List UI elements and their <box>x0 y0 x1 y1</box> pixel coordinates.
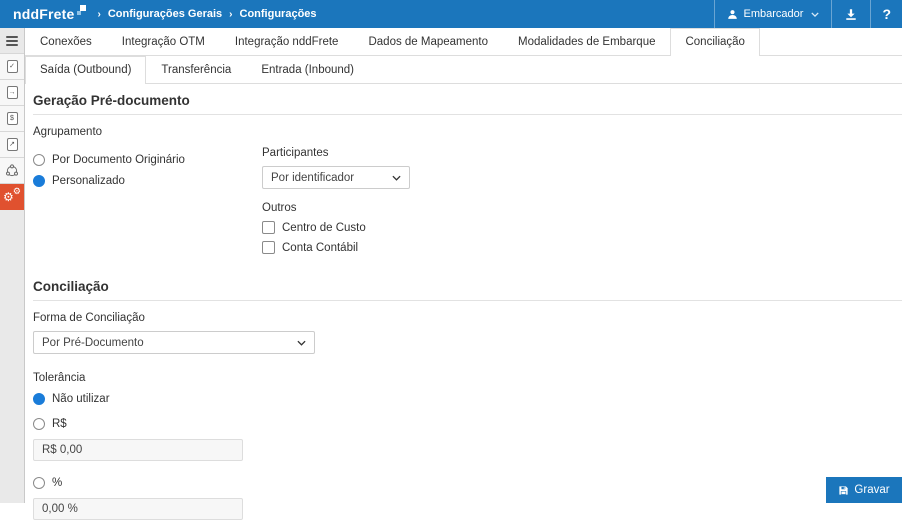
main-area: Conexões Integração OTM Integração nddFr… <box>25 28 902 503</box>
breadcrumb-configuracoes[interactable]: Configurações <box>240 8 317 20</box>
user-menu-label: Embarcador <box>744 8 804 20</box>
breadcrumb-separator: › <box>229 9 232 20</box>
radio-label: Por Documento Originário <box>52 154 185 166</box>
sidebar-item-settings[interactable]: ⚙⚙ <box>0 184 24 210</box>
checkbox-conta-contabil[interactable]: Conta Contábil <box>262 241 902 254</box>
tolerancia-label: Tolerância <box>33 372 902 384</box>
tolerancia-percent-input[interactable] <box>33 498 243 520</box>
checkbox-icon <box>262 241 275 254</box>
breadcrumb: › Configurações Gerais › Configurações <box>98 8 317 20</box>
breadcrumb-configuracoes-gerais[interactable]: Configurações Gerais <box>108 8 222 20</box>
checkbox-label: Centro de Custo <box>282 222 366 234</box>
icon-sidebar: ✓ → $ ↗ ⚙⚙ <box>0 28 25 503</box>
sidebar-item-documents-check[interactable]: ✓ <box>0 54 24 80</box>
tolerancia-rs-input[interactable] <box>33 439 243 461</box>
checkbox-label: Conta Contábil <box>282 242 358 254</box>
radio-label: Não utilizar <box>52 393 110 405</box>
logo-squares-icon <box>77 5 86 15</box>
section-title-conciliacao: Conciliação <box>33 277 902 300</box>
radio-label: R$ <box>52 418 67 430</box>
document-dollar-icon: $ <box>7 112 18 125</box>
radio-circle-icon <box>33 393 45 405</box>
tab-integracao-nddfrete[interactable]: Integração nddFrete <box>220 28 354 55</box>
top-header: nddFrete › Configurações Gerais › Config… <box>0 0 902 28</box>
radio-tolerancia-percent[interactable]: % <box>33 477 902 489</box>
breadcrumb-separator: › <box>98 9 101 20</box>
sidebar-item-reports[interactable]: ↗ <box>0 132 24 158</box>
app-logo[interactable]: nddFrete <box>0 1 90 27</box>
tab-dados-de-mapeamento[interactable]: Dados de Mapeamento <box>353 28 503 55</box>
secondary-tab-bar: Saída (Outbound) Transferência Entrada (… <box>25 56 902 84</box>
radio-label: % <box>52 477 62 489</box>
subtab-saida-outbound[interactable]: Saída (Outbound) <box>25 56 146 84</box>
radio-personalizado[interactable]: Personalizado <box>33 175 262 187</box>
section-title-geracao-pre-documento: Geração Pré-documento <box>33 91 902 114</box>
sidebar-item-billing[interactable]: $ <box>0 106 24 132</box>
save-button-label: Gravar <box>854 484 889 496</box>
sidebar-item-documents-outbound[interactable]: → <box>0 80 24 106</box>
forma-de-conciliacao-select[interactable]: Por Pré-Documento <box>33 331 315 354</box>
help-icon: ? <box>882 6 891 22</box>
checkbox-centro-de-custo[interactable]: Centro de Custo <box>262 221 902 234</box>
radio-circle-icon <box>33 175 45 187</box>
user-menu[interactable]: Embarcador <box>714 0 832 28</box>
share-network-icon <box>5 164 19 178</box>
radio-nao-utilizar[interactable]: Não utilizar <box>33 393 902 405</box>
radio-por-documento-originario[interactable]: Por Documento Originário <box>33 154 262 166</box>
chevron-down-icon <box>392 175 401 181</box>
chevron-down-icon <box>811 12 819 17</box>
agrupamento-label: Agrupamento <box>33 126 902 138</box>
radio-tolerancia-rs[interactable]: R$ <box>33 418 902 430</box>
app-logo-text: nddFrete <box>13 1 75 27</box>
tab-conciliacao[interactable]: Conciliação <box>670 28 759 56</box>
forma-de-conciliacao-label: Forma de Conciliação <box>33 312 902 324</box>
outros-label: Outros <box>262 202 902 214</box>
sidebar-item-integrations[interactable] <box>0 158 24 184</box>
checkbox-icon <box>262 221 275 234</box>
document-report-icon: ↗ <box>7 138 18 151</box>
participantes-label: Participantes <box>262 147 902 159</box>
menu-icon <box>6 36 18 46</box>
sidebar-menu-toggle[interactable] <box>0 28 24 54</box>
save-button[interactable]: Gravar <box>826 477 902 503</box>
person-icon <box>727 9 738 20</box>
document-arrow-icon: → <box>7 86 18 99</box>
download-icon <box>844 8 858 21</box>
participantes-select[interactable]: Por identificador <box>262 166 410 189</box>
primary-tab-bar: Conexões Integração OTM Integração nddFr… <box>25 28 902 56</box>
subtab-entrada-inbound[interactable]: Entrada (Inbound) <box>246 56 369 83</box>
radio-circle-icon <box>33 477 45 489</box>
settings-gears-icon: ⚙⚙ <box>4 190 20 204</box>
download-button[interactable] <box>831 0 870 28</box>
tab-modalidades-de-embarque[interactable]: Modalidades de Embarque <box>503 28 670 55</box>
radio-circle-icon <box>33 418 45 430</box>
subtab-transferencia[interactable]: Transferência <box>146 56 246 83</box>
floppy-disk-icon <box>838 485 849 496</box>
radio-label: Personalizado <box>52 175 125 187</box>
tab-conexoes[interactable]: Conexões <box>25 28 107 55</box>
forma-selected-value: Por Pré-Documento <box>42 337 144 349</box>
document-check-icon: ✓ <box>7 60 18 73</box>
settings-form: Geração Pré-documento Agrupamento Por Do… <box>25 84 902 503</box>
help-button[interactable]: ? <box>870 0 902 28</box>
section-divider <box>33 114 902 115</box>
participantes-selected-value: Por identificador <box>271 172 354 184</box>
radio-circle-icon <box>33 154 45 166</box>
chevron-down-icon <box>297 340 306 346</box>
section-divider <box>33 300 902 301</box>
tab-integracao-otm[interactable]: Integração OTM <box>107 28 220 55</box>
